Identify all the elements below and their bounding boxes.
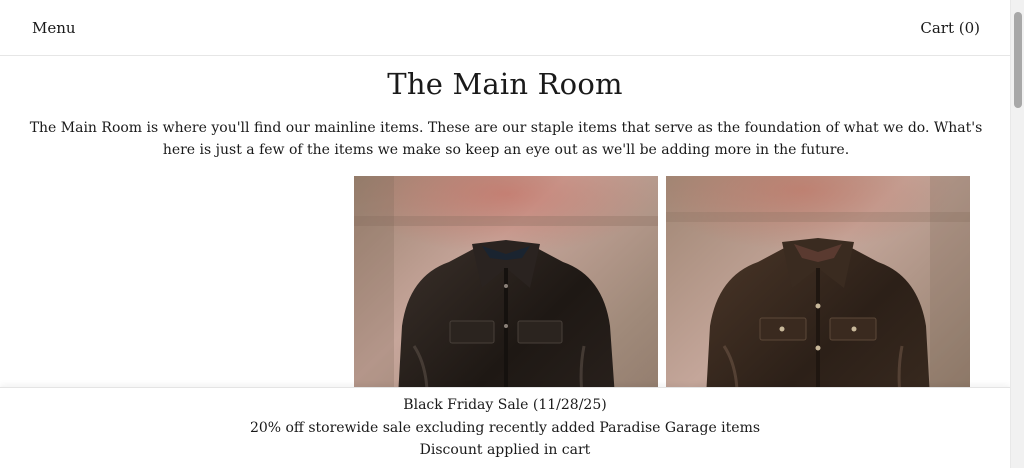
sale-banner-note: Discount applied in cart xyxy=(419,442,591,458)
intro-text: The Main Room is where you'll find our m… xyxy=(29,120,983,158)
sale-banner-title: Black Friday Sale (11/28/25) xyxy=(403,397,607,413)
menu-button[interactable]: Menu xyxy=(32,18,76,38)
site-header: Menu Cart (0) xyxy=(0,0,1010,56)
page-title: The Main Room xyxy=(387,67,623,101)
scrollbar-thumb[interactable] xyxy=(1014,12,1022,108)
sale-banner: Black Friday Sale (11/28/25) 20% off sto… xyxy=(0,387,1010,468)
sale-banner-details: 20% off storewide sale excluding recentl… xyxy=(249,419,761,436)
vertical-scrollbar[interactable] xyxy=(1010,0,1024,468)
cart-link[interactable]: Cart (0) xyxy=(920,18,980,38)
page: Menu Cart (0) The Main Room The Main Roo… xyxy=(0,0,1024,468)
